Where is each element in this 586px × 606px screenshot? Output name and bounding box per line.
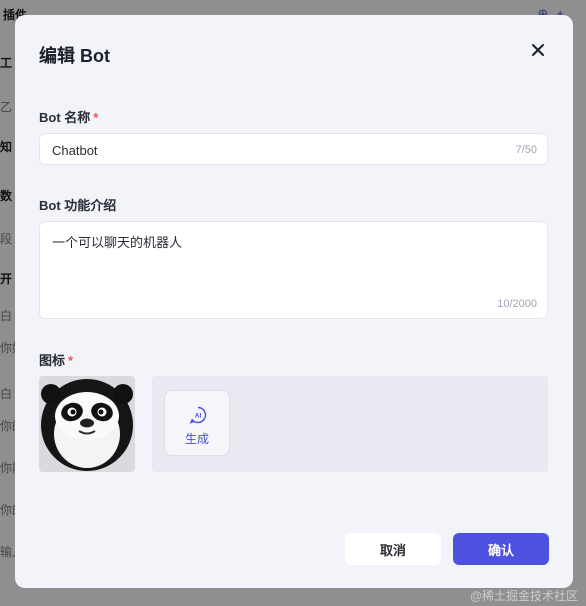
ai-sparkle-icon: AI [189, 406, 207, 424]
bot-name-label: Bot 名称 * [39, 107, 98, 126]
dialog-title: 编辑 Bot [39, 46, 110, 66]
watermark: @稀土掘金技术社区 [469, 589, 578, 603]
bot-desc-label: Bot 功能介绍 [39, 198, 117, 213]
generate-icon-button[interactable]: AI 生成 [164, 390, 230, 456]
required-mark: * [93, 110, 99, 125]
panda-avatar-image [39, 376, 135, 472]
icon-label-text: 图标 [39, 353, 66, 368]
bot-desc-value: 一个可以聊天的机器人 [52, 235, 183, 250]
confirm-button[interactable]: 确认 [453, 533, 549, 565]
close-button[interactable] [527, 39, 549, 61]
bot-name-value: Chatbot [52, 143, 98, 158]
icon-options-area: AI 生成 [152, 376, 548, 472]
bot-name-input[interactable]: Chatbot 7/50 [39, 133, 548, 165]
bot-name-counter: 7/50 [515, 144, 537, 156]
icon-label: 图标 * [39, 350, 73, 369]
required-mark: * [68, 353, 74, 368]
generate-label: 生成 [184, 432, 209, 446]
bot-avatar-thumbnail[interactable] [39, 376, 135, 472]
svg-text:AI: AI [195, 413, 202, 420]
cancel-button[interactable]: 取消 [345, 533, 441, 565]
close-icon [532, 44, 544, 56]
bot-name-label-text: Bot 名称 [39, 110, 91, 125]
edit-bot-dialog: 编辑 Bot Bot 名称 * Chatbot 7/50 Bot 功能介绍 一个可… [15, 15, 573, 588]
bot-desc-textarea[interactable]: 一个可以聊天的机器人 10/2000 [39, 221, 548, 319]
bot-desc-counter: 10/2000 [497, 298, 537, 310]
